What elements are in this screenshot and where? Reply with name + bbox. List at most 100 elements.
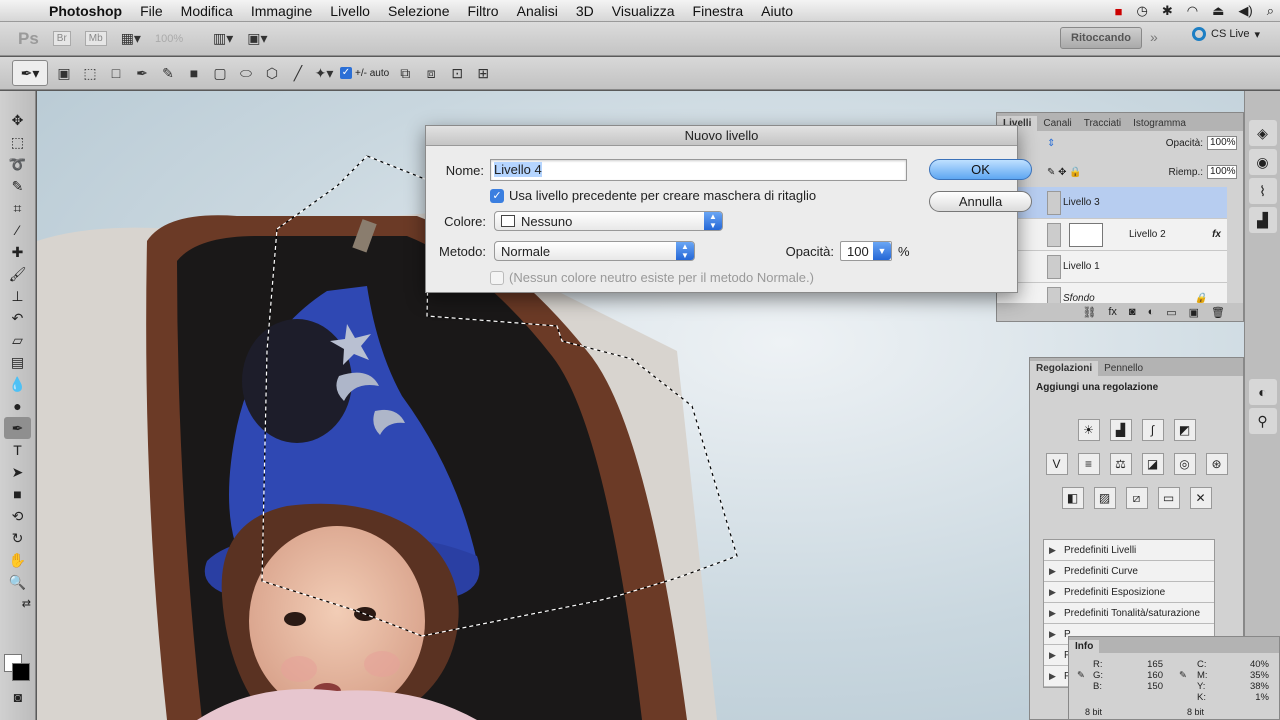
tab-pennello[interactable]: Pennello: [1098, 361, 1149, 376]
lock-icons[interactable]: ✎ ✥ 🔒: [1047, 167, 1082, 178]
shape-layers-icon[interactable]: ▣: [54, 65, 74, 82]
swap-colors-icon[interactable]: ⇄: [0, 593, 35, 615]
color-balance-icon[interactable]: ⚖: [1109, 453, 1132, 475]
color-select[interactable]: Nessuno ▲ ▼: [494, 211, 723, 231]
tool-preset-picker[interactable]: ✒▾: [12, 60, 48, 86]
menu-filtro[interactable]: Filtro: [458, 3, 507, 19]
zoom-level[interactable]: 100%: [155, 33, 199, 45]
posterize-icon[interactable]: ▨: [1093, 487, 1116, 509]
layer-fill-input[interactable]: 100%: [1207, 165, 1237, 179]
layer-row-livello-2[interactable]: Livello 2 fx: [997, 219, 1227, 251]
auto-add-delete-checkbox[interactable]: ✓ +/- auto: [340, 67, 389, 79]
path-combine-icon[interactable]: ⧉: [395, 65, 415, 82]
fill-pixels-icon[interactable]: □: [106, 65, 126, 81]
gradient-map-icon[interactable]: ▭: [1157, 487, 1180, 509]
healing-brush-tool-icon[interactable]: ✚: [0, 241, 35, 263]
paths-panel-icon[interactable]: ⌇: [1248, 178, 1277, 204]
menu-analisi[interactable]: Analisi: [508, 3, 567, 19]
brush-tool-icon[interactable]: 🖌: [0, 263, 35, 285]
shape-tool-icon[interactable]: ■: [0, 483, 35, 505]
bluetooth-icon[interactable]: ✱: [1162, 3, 1173, 19]
move-tool-icon[interactable]: ✥: [0, 109, 35, 131]
3d-rotate-tool-icon[interactable]: ⟲: [0, 505, 35, 527]
preset-tonalita-saturazione[interactable]: Predefiniti Tonalità/saturazione: [1044, 603, 1214, 624]
layer-mask-thumbnail[interactable]: [1069, 223, 1103, 247]
layer-opacity-input[interactable]: 100%: [1207, 136, 1237, 150]
layer-name-input[interactable]: Livello 4: [490, 159, 907, 181]
layers-panel-icon[interactable]: ◈: [1248, 120, 1277, 146]
menu-app-photoshop[interactable]: Photoshop: [40, 3, 131, 19]
clipping-mask-checkbox[interactable]: ✓ Usa livello precedente per creare masc…: [490, 188, 816, 203]
quick-mask-icon[interactable]: ◙: [4, 686, 32, 708]
custom-shape-icon[interactable]: ✦▾: [314, 65, 334, 82]
marquee-tool-icon[interactable]: ⬚: [0, 131, 35, 153]
preset-curve[interactable]: Predefiniti Curve: [1044, 561, 1214, 582]
preset-livelli[interactable]: Predefiniti Livelli: [1044, 540, 1214, 561]
3d-orbit-tool-icon[interactable]: ↻: [0, 527, 35, 549]
rectangle-icon[interactable]: ■: [184, 65, 204, 81]
path-intersect-icon[interactable]: ⊡: [447, 65, 467, 82]
cancel-button[interactable]: Annulla: [929, 191, 1032, 212]
histogram-panel-icon[interactable]: ▟: [1248, 207, 1277, 233]
eraser-tool-icon[interactable]: ▱: [0, 329, 35, 351]
paths-icon[interactable]: ⬚: [80, 65, 100, 82]
clone-stamp-tool-icon[interactable]: ⊥: [0, 285, 35, 307]
arrange-documents-icon[interactable]: ▥▾: [213, 30, 233, 47]
screen-mode-icon[interactable]: ▣▾: [247, 30, 267, 47]
polygon-icon[interactable]: ⬡: [262, 65, 282, 82]
tab-tracciati[interactable]: Tracciati: [1078, 116, 1127, 131]
tab-istogramma[interactable]: Istogramma: [1127, 116, 1192, 131]
menu-visualizza[interactable]: Visualizza: [603, 3, 684, 19]
add-style-icon[interactable]: fx: [1108, 306, 1117, 318]
workspace-more-icon[interactable]: »: [1150, 29, 1158, 45]
cs-live-menu[interactable]: CS Live ▾: [1192, 27, 1260, 41]
lasso-tool-icon[interactable]: ➰: [0, 153, 35, 175]
zoom-tool-icon[interactable]: 🔍: [0, 571, 35, 593]
path-selection-tool-icon[interactable]: ➤: [0, 461, 35, 483]
new-layer-icon[interactable]: ▣: [1189, 306, 1199, 319]
menu-file[interactable]: File: [131, 3, 172, 19]
selective-color-icon[interactable]: ✕: [1189, 487, 1212, 509]
freeform-pen-icon[interactable]: ✎: [158, 65, 178, 82]
tab-canali[interactable]: Canali: [1037, 116, 1077, 131]
hand-tool-icon[interactable]: ✋: [0, 549, 35, 571]
channel-mixer-icon[interactable]: ⊛: [1205, 453, 1228, 475]
blend-mode-select[interactable]: Normale ▲ ▼: [494, 241, 695, 261]
quick-selection-tool-icon[interactable]: ✎: [0, 175, 35, 197]
path-subtract-icon[interactable]: ⧈: [421, 65, 441, 82]
blend-mode-select[interactable]: ⇕: [1047, 138, 1055, 149]
crop-tool-icon[interactable]: ⌗: [0, 197, 35, 219]
rounded-rectangle-icon[interactable]: ▢: [210, 65, 230, 82]
menu-selezione[interactable]: Selezione: [379, 3, 459, 19]
time-machine-icon[interactable]: ◷: [1137, 3, 1148, 19]
photo-filter-icon[interactable]: ◎: [1173, 453, 1196, 475]
curves-icon[interactable]: ∫: [1141, 419, 1164, 441]
channels-panel-icon[interactable]: ◉: [1248, 149, 1277, 175]
dialog-opacity-input[interactable]: 100 ▼: [840, 241, 892, 261]
tab-regolazioni[interactable]: Regolazioni: [1030, 361, 1099, 376]
levels-icon[interactable]: ▟: [1109, 419, 1132, 441]
add-mask-icon[interactable]: ◙: [1129, 306, 1136, 318]
new-group-icon[interactable]: ▭: [1166, 306, 1176, 319]
mini-bridge-icon[interactable]: Mb: [84, 31, 107, 46]
pen-icon[interactable]: ✒: [132, 65, 152, 82]
exposure-icon[interactable]: ◩: [1173, 419, 1196, 441]
bridge-icon[interactable]: Br: [52, 31, 71, 46]
menu-livello[interactable]: Livello: [321, 3, 379, 19]
view-extras-icon[interactable]: ▦▾: [121, 30, 141, 47]
volume-icon[interactable]: ◀): [1238, 3, 1252, 19]
delete-layer-icon[interactable]: 🗑: [1211, 306, 1225, 319]
dodge-tool-icon[interactable]: ●: [0, 395, 35, 417]
ok-button[interactable]: OK: [929, 159, 1032, 180]
blur-tool-icon[interactable]: 💧: [0, 373, 35, 395]
threshold-icon[interactable]: ⧄: [1125, 487, 1148, 509]
gradient-tool-icon[interactable]: ▤: [0, 351, 35, 373]
chevron-down-icon[interactable]: ▼: [873, 242, 891, 260]
pen-tool-icon[interactable]: ✒: [4, 417, 31, 439]
workspace-switcher-button[interactable]: Ritoccando: [1060, 27, 1142, 49]
menu-aiuto[interactable]: Aiuto: [752, 3, 802, 19]
type-tool-icon[interactable]: T: [0, 439, 35, 461]
wifi-icon[interactable]: ◠: [1187, 3, 1198, 19]
background-color-swatch[interactable]: [12, 663, 30, 681]
preset-esposizione[interactable]: Predefiniti Esposizione: [1044, 582, 1214, 603]
